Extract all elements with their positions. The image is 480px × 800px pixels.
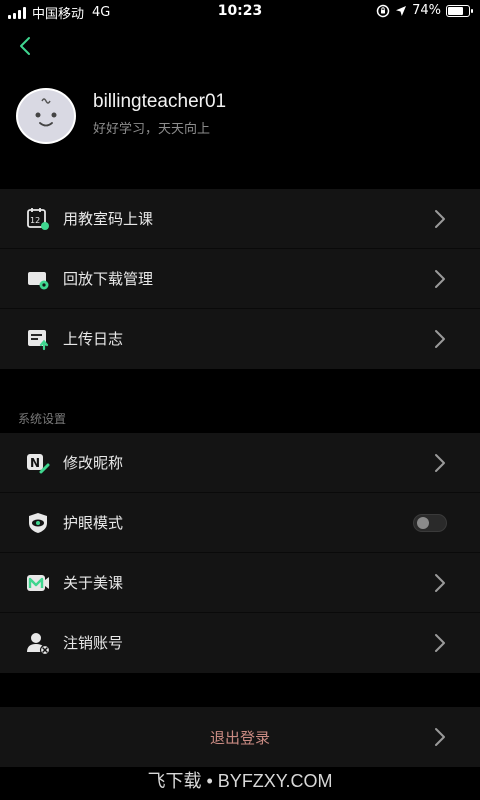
watermark: 飞下载 • BYFZXY.COM	[147, 771, 333, 791]
upload-log-icon	[28, 330, 49, 351]
eye-protection-icon	[29, 513, 47, 533]
menu-item-label: 护眼模式	[63, 514, 124, 532]
menu-item-label: 上传日志	[63, 330, 124, 348]
location-icon	[396, 5, 407, 16]
chevron-right-icon	[435, 270, 445, 288]
edit-nickname-icon: N	[27, 454, 50, 474]
menu-group-system-settings: N 修改昵称 护眼模式 关于美课 注销账号	[0, 433, 480, 673]
menu-item-label: 关于美课	[63, 574, 124, 592]
menu-item-eye-protection: 护眼模式	[0, 493, 480, 553]
chevron-left-icon	[20, 37, 30, 55]
battery-icon	[446, 4, 473, 17]
profile-header[interactable]: billingteacher01 好好学习，天天向上	[16, 88, 464, 146]
section-title-system-settings: 系统设置	[18, 412, 67, 426]
avatar[interactable]	[16, 88, 76, 144]
battery-fill	[448, 6, 463, 15]
eye-protection-toggle[interactable]	[413, 514, 447, 532]
playback-download-icon	[28, 272, 49, 290]
delete-account-icon	[27, 633, 50, 655]
back-button[interactable]	[14, 34, 38, 58]
menu-item-about[interactable]: 关于美课	[0, 553, 480, 613]
username: billingteacher01	[93, 91, 227, 112]
chevron-right-icon	[435, 210, 445, 228]
menu-item-edit-nickname[interactable]: N 修改昵称	[0, 433, 480, 493]
svg-text:N: N	[30, 456, 40, 470]
menu-item-playback-download[interactable]: 回放下载管理	[0, 249, 480, 309]
logout-button[interactable]: 退出登录	[0, 707, 480, 767]
user-signature: 好好学习，天天向上	[93, 122, 211, 137]
toggle-knob	[417, 517, 429, 529]
menu-group-classroom: 12 用教室码上课 回放下载管理 上传日志	[0, 189, 480, 369]
menu-item-label: 修改昵称	[63, 454, 124, 472]
menu-item-label: 注销账号	[63, 634, 124, 652]
chevron-right-icon	[435, 728, 445, 746]
chevron-right-icon	[435, 454, 445, 472]
svg-text:12: 12	[30, 216, 40, 225]
classroom-code-icon: 12	[27, 208, 49, 230]
menu-item-label: 回放下载管理	[63, 270, 154, 288]
rotation-lock-icon	[376, 4, 390, 17]
chevron-right-icon	[435, 330, 445, 348]
chevron-right-icon	[435, 574, 445, 592]
menu-item-upload-log[interactable]: 上传日志	[0, 309, 480, 369]
chevron-right-icon	[435, 634, 445, 652]
menu-item-label: 用教室码上课	[63, 210, 154, 228]
baby-face-icon	[35, 98, 57, 127]
menu-item-delete-account[interactable]: 注销账号	[0, 613, 480, 673]
status-bar: 中国移动 4G 10:23 74%	[0, 0, 480, 24]
about-app-icon	[27, 575, 49, 591]
battery-percent: 74%	[412, 3, 441, 18]
logout-label: 退出登录	[209, 729, 270, 747]
status-right: 74%	[376, 3, 473, 18]
menu-item-classroom-code[interactable]: 12 用教室码上课	[0, 189, 480, 249]
